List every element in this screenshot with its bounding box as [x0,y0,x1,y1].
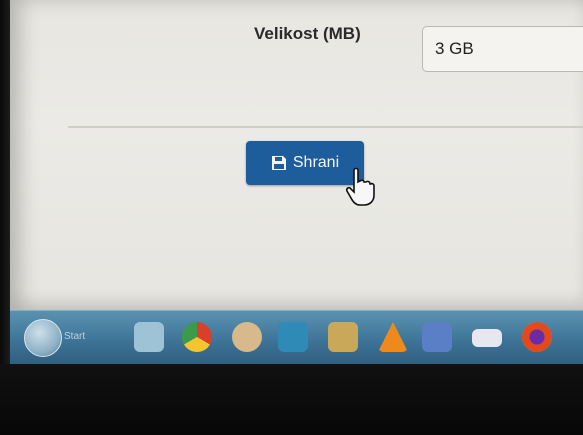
folder-icon[interactable] [134,322,164,352]
vlc-icon[interactable] [378,322,408,352]
monitor-bottom-bezel [0,364,583,435]
start-label: Start [64,331,86,342]
hand-cursor-icon [345,167,375,207]
chrome-icon[interactable] [182,322,212,352]
browser-icon[interactable] [522,322,552,352]
app-screen: Velikost (MB) Shrani [10,0,583,310]
settings-icon[interactable] [422,322,452,352]
camera-icon[interactable] [472,329,502,347]
start-button[interactable] [24,319,62,357]
form-divider [68,126,583,128]
app-icon[interactable] [232,322,262,352]
save-button-label: Shrani [292,154,340,171]
size-label: Velikost (MB) [254,24,361,43]
floppy-disk-icon [271,155,287,171]
taskbar: Start [10,310,583,365]
kodi-icon[interactable] [278,322,308,352]
tools-icon[interactable] [328,322,358,352]
size-input[interactable] [422,26,583,72]
